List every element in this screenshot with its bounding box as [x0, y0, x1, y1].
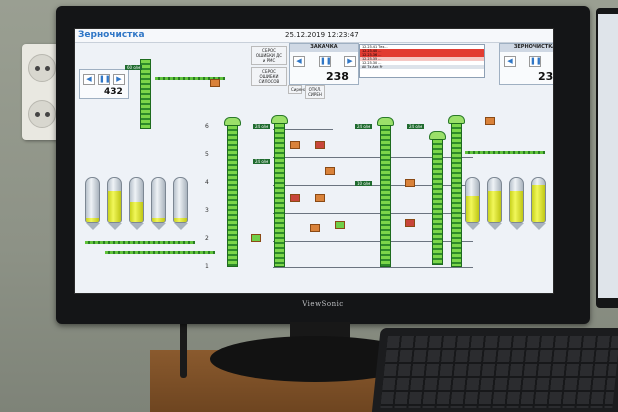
cleaning-pause-icon[interactable]: ❚❚ [529, 56, 542, 67]
cleaning-device[interactable] [485, 117, 495, 125]
reset-silos-button[interactable]: СБРОС ОШИБКИ СИЛОСОВ [251, 67, 287, 86]
cleaning-counter: 234 [538, 70, 554, 83]
silo-cone [510, 223, 524, 230]
cleaning-device[interactable] [315, 194, 325, 202]
silo-cone [488, 223, 502, 230]
events-footer: All Tx Ack Fr [360, 65, 484, 69]
intake-rewind-icon[interactable]: ◀ [293, 56, 305, 67]
floor-label: 4 [205, 179, 209, 186]
elevator-4[interactable] [432, 139, 443, 265]
left-counter: 432 [104, 87, 123, 97]
floor-line [273, 157, 473, 158]
silo[interactable] [487, 177, 502, 223]
silo[interactable] [509, 177, 524, 223]
silo-cone [466, 223, 480, 230]
siren-off-button[interactable]: ОТКЛ. СИРЕН [305, 85, 325, 99]
intake-forward-icon[interactable]: ▶ [344, 56, 356, 67]
cleaning-rewind-icon[interactable]: ◀ [504, 56, 516, 67]
silo[interactable] [173, 177, 188, 223]
app-title: Зерночистка [78, 30, 145, 40]
intake-panel-title: ЗАКАЧКА [290, 44, 358, 52]
cleaning-device[interactable] [405, 219, 415, 227]
second-monitor [596, 8, 618, 308]
floor-line [273, 241, 473, 242]
floor-line [273, 267, 473, 268]
rewind-icon[interactable]: ◀ [83, 74, 95, 85]
cleaning-device[interactable] [325, 167, 335, 175]
events-log: 12.23.41 Тех... 12.23.40 ... 12.23.36 ... 1… [359, 44, 485, 78]
intake-pause-icon[interactable]: ❚❚ [319, 56, 332, 67]
cable [180, 318, 187, 378]
silo[interactable] [85, 177, 100, 223]
floor-label: 3 [205, 207, 209, 214]
floor-label: 2 [205, 235, 209, 242]
rpm-tag: 24 о/м [253, 159, 271, 164]
siren-button[interactable]: Сирена [288, 85, 306, 94]
rpm-tag: 24 о/м [407, 124, 425, 129]
cleaning-device[interactable] [335, 221, 345, 229]
silo[interactable] [465, 177, 480, 223]
silo-cone [108, 223, 122, 230]
cleaning-device[interactable] [290, 194, 300, 202]
monitor-brand: ViewSonic [302, 300, 344, 308]
rpm-tag: 24 о/м [253, 124, 271, 129]
rpm-tag: 60 о/м [125, 65, 143, 70]
keyboard [371, 328, 618, 412]
silo-cone [86, 223, 100, 230]
rpm-tag: 24 о/м [355, 124, 373, 129]
floor-line [273, 213, 473, 214]
floor-label: 1 [205, 263, 209, 270]
floor-label: 6 [205, 123, 209, 130]
intake-panel: ЗАКАЧКА ◀ ❚❚ ▶ 238 [289, 43, 359, 85]
cleaning-panel-title: ЗЕРНОЧИСТКА [500, 44, 553, 52]
conveyor-left-1[interactable] [85, 241, 195, 244]
rpm-tag: 10 о/м [355, 181, 373, 186]
silo[interactable] [107, 177, 122, 223]
elevator-2[interactable] [274, 123, 285, 267]
socket-bottom [28, 100, 56, 128]
floor-line [273, 185, 473, 186]
socket-top [28, 54, 56, 82]
cleaning-device[interactable] [290, 141, 300, 149]
cleaning-device[interactable] [405, 179, 415, 187]
silo-cone [130, 223, 144, 230]
pause-icon[interactable]: ❚❚ [98, 74, 111, 85]
intake-counter: 238 [326, 70, 349, 83]
silo-cone [152, 223, 166, 230]
title-bar: Зерночистка 25.12.2019 12:23:47 [75, 29, 553, 43]
silo[interactable] [129, 177, 144, 223]
conveyor-left-2[interactable] [105, 251, 215, 254]
reset-ds-button[interactable]: СБРОС ОШИБКИ ДС и РМС [251, 46, 287, 65]
elevator-3[interactable] [380, 125, 391, 267]
scada-screen: Зерночистка 25.12.2019 12:23:47 ◀ ❚❚ ▶ 4… [74, 28, 554, 294]
silo[interactable] [151, 177, 166, 223]
silo[interactable] [531, 177, 546, 223]
cleaning-device[interactable] [315, 141, 325, 149]
cleaning-panel: ЗЕРНОЧИСТКА ◀ ❚❚ ▶ 234 [499, 43, 554, 85]
cleaning-device[interactable] [251, 234, 261, 242]
forward-icon[interactable]: ▶ [113, 74, 125, 85]
elevator-1[interactable] [227, 125, 238, 267]
silo-cone [174, 223, 188, 230]
elevator-5[interactable] [451, 123, 462, 267]
datetime: 25.12.2019 12:23:47 [285, 31, 359, 39]
conveyor-right[interactable] [465, 151, 545, 154]
top-hopper[interactable] [210, 79, 220, 87]
silo-cone [532, 223, 546, 230]
cleaning-device[interactable] [310, 224, 320, 232]
floor-label: 5 [205, 151, 209, 158]
left-control-panel: ◀ ❚❚ ▶ 432 [79, 69, 129, 99]
